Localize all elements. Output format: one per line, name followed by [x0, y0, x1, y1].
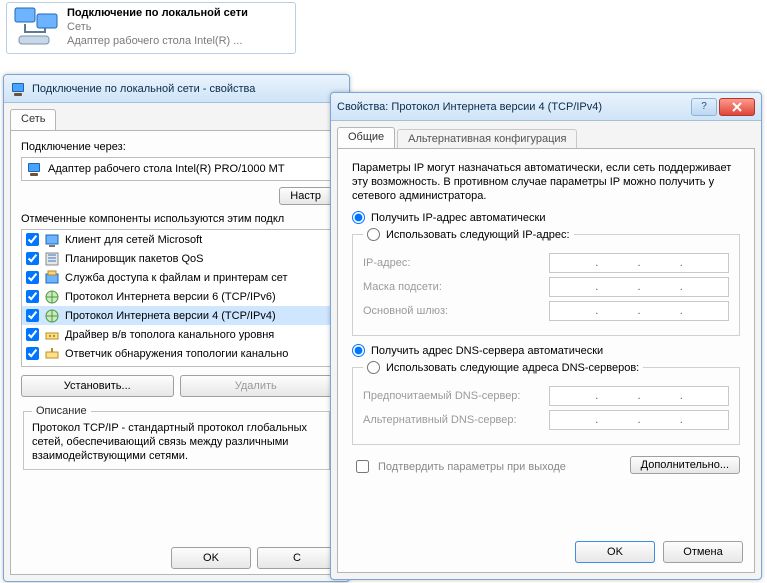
component-label: Ответчик обнаружения топологии канально	[65, 348, 288, 360]
ipv4-icon	[44, 308, 60, 324]
configure-button[interactable]: Настр	[279, 187, 332, 205]
component-checkbox[interactable]	[26, 271, 39, 284]
gateway-label: Основной шлюз:	[363, 305, 539, 317]
file-share-icon	[44, 270, 60, 286]
uninstall-button[interactable]: Удалить	[180, 375, 333, 397]
ip-address-label: IP-адрес:	[363, 257, 539, 269]
explain-text: Параметры IP могут назначаться автоматич…	[352, 161, 740, 203]
list-item[interactable]: Служба доступа к файлам и принтерам сет	[22, 268, 331, 287]
tab-general[interactable]: Общие	[337, 127, 395, 149]
ok-button[interactable]: OK	[171, 547, 251, 569]
component-label: Протокол Интернета версии 4 (TCP/IPv4)	[65, 310, 276, 322]
description-group: Описание Протокол TCP/IP - стандартный п…	[23, 405, 330, 470]
component-label: Протокол Интернета версии 6 (TCP/IPv6)	[65, 291, 276, 303]
adapter-icon	[26, 161, 42, 177]
connection-properties-window: Подключение по локальной сети - свойства…	[3, 74, 350, 582]
connection-adapter: Адаптер рабочего стола Intel(R) ...	[67, 34, 248, 48]
component-checkbox[interactable]	[26, 309, 39, 322]
subnet-mask-input[interactable]: ...	[549, 277, 729, 297]
connect-via-label: Подключение через:	[21, 141, 332, 153]
component-label: Клиент для сетей Microsoft	[65, 234, 202, 246]
qos-icon	[44, 251, 60, 267]
client-icon	[44, 232, 60, 248]
component-label: Служба доступа к файлам и принтерам сет	[65, 272, 288, 284]
confirm-on-exit-label: Подтвердить параметры при выходе	[378, 461, 566, 473]
components-list[interactable]: Клиент для сетей Microsoft Планировщик п…	[21, 229, 332, 367]
ip-address-input[interactable]: ...	[549, 253, 729, 273]
radio-auto-dns-label: Получить адрес DNS-сервера автоматически	[371, 345, 603, 357]
driver-icon	[44, 327, 60, 343]
adapter-field: Адаптер рабочего стола Intel(R) PRO/1000…	[21, 157, 332, 181]
preferred-dns-label: Предпочитаемый DNS-сервер:	[363, 390, 539, 402]
alternate-dns-label: Альтернативный DNS-сервер:	[363, 414, 539, 426]
list-item[interactable]: Клиент для сетей Microsoft	[22, 230, 331, 249]
ok-button[interactable]: OK	[575, 541, 655, 563]
list-item[interactable]: Протокол Интернета версии 4 (TCP/IPv4)	[22, 306, 331, 325]
list-item[interactable]: Протокол Интернета версии 6 (TCP/IPv6)	[22, 287, 331, 306]
component-checkbox[interactable]	[26, 233, 39, 246]
list-item[interactable]: Ответчик обнаружения топологии канально	[22, 344, 331, 363]
help-button[interactable]: ?	[691, 98, 717, 116]
install-button[interactable]: Установить...	[21, 375, 174, 397]
radio-manual-dns-label: Использовать следующие адреса DNS-сервер…	[386, 362, 639, 374]
close-icon	[732, 102, 742, 112]
description-text: Протокол TCP/IP - стандартный протокол г…	[32, 421, 321, 463]
component-label: Планировщик пакетов QoS	[65, 253, 204, 265]
preferred-dns-input[interactable]: ...	[549, 386, 729, 406]
subnet-mask-label: Маска подсети:	[363, 281, 539, 293]
titlebar[interactable]: Свойства: Протокол Интернета версии 4 (T…	[331, 93, 761, 121]
cancel-button[interactable]: Отмена	[663, 541, 743, 563]
manual-dns-group: Использовать следующие адреса DNS-сервер…	[352, 361, 740, 445]
component-checkbox[interactable]	[26, 252, 39, 265]
component-checkbox[interactable]	[26, 328, 39, 341]
radio-auto-ip-label: Получить IP-адрес автоматически	[371, 212, 545, 224]
radio-auto-ip[interactable]	[352, 211, 365, 224]
titlebar[interactable]: Подключение по локальной сети - свойства	[4, 75, 349, 103]
radio-manual-ip-label: Использовать следующий IP-адрес:	[386, 229, 570, 241]
manual-ip-group: Использовать следующий IP-адрес: IP-адре…	[352, 228, 740, 336]
window-title: Подключение по локальной сети - свойства	[32, 83, 343, 95]
ipv4-properties-window: Свойства: Протокол Интернета версии 4 (T…	[330, 92, 762, 580]
confirm-on-exit-checkbox[interactable]	[356, 460, 369, 473]
radio-manual-ip[interactable]	[367, 228, 380, 241]
gateway-input[interactable]: ...	[549, 301, 729, 321]
cancel-button[interactable]: С	[257, 547, 337, 569]
description-legend: Описание	[32, 405, 91, 417]
component-label: Драйвер в/в тополога канального уровня	[65, 329, 274, 341]
adapter-name: Адаптер рабочего стола Intel(R) PRO/1000…	[48, 163, 285, 175]
connection-title: Подключение по локальной сети	[67, 6, 248, 20]
ipv6-icon	[44, 289, 60, 305]
close-button[interactable]	[719, 98, 755, 116]
list-item[interactable]: Драйвер в/в тополога канального уровня	[22, 325, 331, 344]
alternate-dns-input[interactable]: ...	[549, 410, 729, 430]
advanced-button[interactable]: Дополнительно...	[630, 456, 740, 474]
components-label: Отмеченные компоненты используются этим …	[21, 213, 332, 225]
component-checkbox[interactable]	[26, 347, 39, 360]
network-connection-icon	[13, 6, 61, 50]
component-checkbox[interactable]	[26, 290, 39, 303]
connection-network: Сеть	[67, 20, 248, 34]
tab-network[interactable]: Сеть	[10, 109, 56, 131]
responder-icon	[44, 346, 60, 362]
list-item[interactable]: Планировщик пакетов QoS	[22, 249, 331, 268]
window-title: Свойства: Протокол Интернета версии 4 (T…	[337, 101, 685, 113]
radio-auto-dns[interactable]	[352, 344, 365, 357]
connection-info-panel: Подключение по локальной сети Сеть Адапт…	[6, 2, 296, 54]
window-icon	[10, 81, 26, 97]
radio-manual-dns[interactable]	[367, 361, 380, 374]
